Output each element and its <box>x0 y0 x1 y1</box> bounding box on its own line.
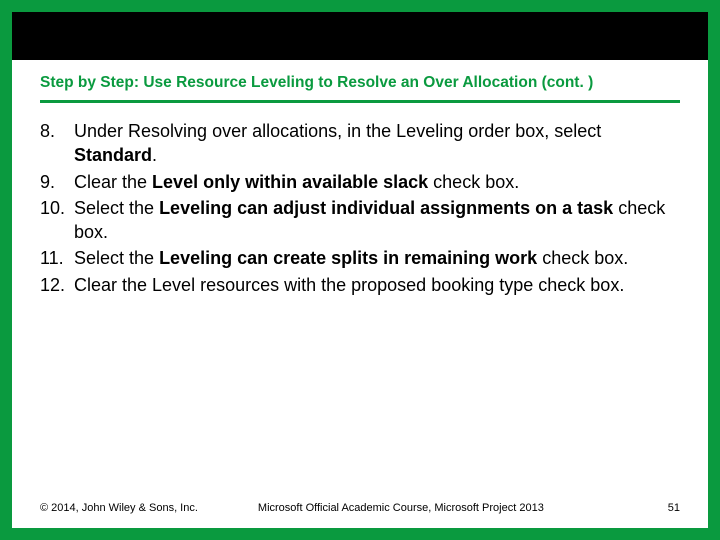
list-item: 11. Select the Leveling can create split… <box>40 246 680 270</box>
step-text: Select the Leveling can adjust individua… <box>74 196 680 245</box>
step-number: 11. <box>40 246 74 270</box>
step-text: Clear the Level only within available sl… <box>74 170 680 194</box>
list-item: 9. Clear the Level only within available… <box>40 170 680 194</box>
copyright: © 2014, John Wiley & Sons, Inc. <box>40 502 198 514</box>
footer: © 2014, John Wiley & Sons, Inc. Microsof… <box>40 502 680 514</box>
header-band <box>12 12 708 60</box>
step-text: Select the Leveling can create splits in… <box>74 246 680 270</box>
list-item: 8. Under Resolving over allocations, in … <box>40 119 680 168</box>
title-rule <box>40 100 680 103</box>
step-number: 10. <box>40 196 74 245</box>
slide-title: Step by Step: Use Resource Leveling to R… <box>40 74 680 92</box>
content-area: Step by Step: Use Resource Leveling to R… <box>12 60 708 528</box>
step-text: Under Resolving over allocations, in the… <box>74 119 680 168</box>
step-number: 9. <box>40 170 74 194</box>
step-number: 8. <box>40 119 74 168</box>
slide: Step by Step: Use Resource Leveling to R… <box>12 12 708 528</box>
step-text: Clear the Level resources with the propo… <box>74 273 680 297</box>
list-item: 10. Select the Leveling can adjust indiv… <box>40 196 680 245</box>
course-name: Microsoft Official Academic Course, Micr… <box>258 502 668 514</box>
page-number: 51 <box>668 502 680 514</box>
step-number: 12. <box>40 273 74 297</box>
step-list: 8. Under Resolving over allocations, in … <box>40 119 680 299</box>
list-item: 12. Clear the Level resources with the p… <box>40 273 680 297</box>
